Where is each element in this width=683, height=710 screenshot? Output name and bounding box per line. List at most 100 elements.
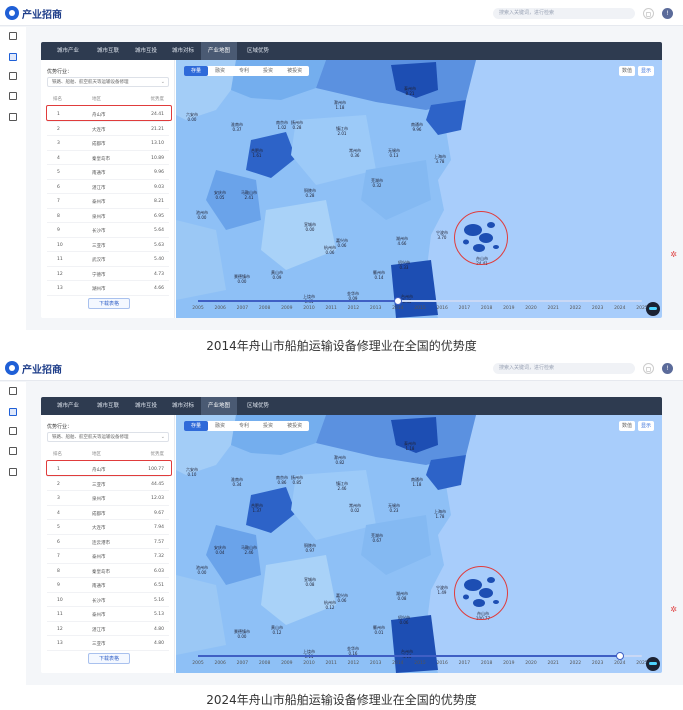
year-label[interactable]: 2006 — [210, 661, 230, 666]
year-label[interactable]: 2016 — [432, 306, 452, 311]
table-row[interactable]: 6 湛江市 9.03 — [47, 180, 169, 194]
region-label[interactable]: 湖州市 0.08 — [396, 591, 408, 601]
year-label[interactable]: 2015 — [410, 306, 430, 311]
year-label[interactable]: 2022 — [565, 661, 585, 666]
region-label[interactable]: 滁州市 0.82 — [334, 455, 346, 465]
region-label[interactable]: 上海市 1.78 — [434, 509, 446, 519]
map-tab-1[interactable]: 融资 — [208, 66, 232, 76]
year-label[interactable]: 2021 — [543, 306, 563, 311]
year-label[interactable]: 2024 — [610, 306, 630, 311]
map-nav-icon[interactable] — [9, 408, 17, 416]
year-label[interactable]: 2013 — [366, 306, 386, 311]
table-row[interactable]: 10 三亚市 5.63 — [47, 238, 169, 252]
region-label[interactable]: 合肥市 1.61 — [251, 148, 263, 158]
table-row[interactable]: 6 连云港市 7.57 — [47, 535, 169, 549]
region-label[interactable]: 安庆市 0.05 — [214, 190, 226, 200]
screen-icon[interactable]: ▢ — [643, 363, 654, 374]
map-control-0[interactable]: 数值 — [618, 421, 635, 431]
region-label[interactable]: 铜陵市 0.28 — [304, 188, 316, 198]
region-label[interactable]: 镇江市 2.46 — [336, 481, 348, 491]
region-label[interactable]: 宣城市 0.00 — [304, 222, 316, 232]
region-label[interactable]: 湖州市 4.66 — [396, 236, 408, 246]
map-tab-4[interactable]: 被投资 — [280, 421, 309, 431]
region-label[interactable]: 芜湖市 0.32 — [371, 178, 383, 188]
year-label[interactable]: 2005 — [188, 661, 208, 666]
year-label[interactable]: 2020 — [521, 306, 541, 311]
region-label[interactable]: 宁波市 1.49 — [436, 585, 448, 595]
year-label[interactable]: 2012 — [343, 306, 363, 311]
timeline-knob[interactable] — [393, 297, 402, 305]
region-label[interactable]: 宣城市 0.08 — [304, 577, 316, 587]
region-label[interactable]: 泰州市 1.18 — [404, 441, 416, 451]
tab-1[interactable]: 城市互联 — [89, 42, 127, 60]
assistant-icon[interactable] — [646, 657, 660, 671]
region-label[interactable]: 淮南市 0.37 — [231, 122, 243, 132]
region-label[interactable]: 景德镇市 0.00 — [234, 629, 250, 639]
region-label[interactable]: 绍兴市 0.06 — [398, 615, 410, 625]
grid-icon[interactable] — [9, 427, 17, 435]
tools-icon[interactable] — [9, 447, 17, 455]
year-label[interactable]: 2014 — [388, 306, 408, 311]
settings-icon[interactable] — [9, 113, 17, 121]
region-label[interactable]: 马鞍山市 2.41 — [241, 190, 257, 200]
region-label[interactable]: 马鞍山市 2.46 — [241, 545, 257, 555]
table-row[interactable]: 7 泰州市 8.21 — [47, 194, 169, 209]
year-label[interactable]: 2021 — [543, 661, 563, 666]
user-avatar[interactable]: ! — [662, 8, 673, 19]
tab-4[interactable]: 产业地图 — [201, 42, 237, 60]
year-label[interactable]: 2013 — [366, 661, 386, 666]
region-label[interactable]: 绍兴市 0.33 — [398, 260, 410, 270]
year-label[interactable]: 2009 — [277, 661, 297, 666]
search-input[interactable]: 搜索入关键词，进行检索 — [493, 363, 635, 374]
region-label[interactable]: 黄山市 0.12 — [271, 625, 283, 635]
region-label[interactable]: 淮南市 0.34 — [231, 477, 243, 487]
region-label[interactable]: 六安市 0.00 — [186, 112, 198, 122]
year-label[interactable]: 2018 — [477, 306, 497, 311]
tab-2[interactable]: 城市互投 — [127, 42, 165, 60]
year-label[interactable]: 2011 — [321, 661, 341, 666]
map-control-1[interactable]: 显示 — [637, 66, 654, 76]
table-row[interactable]: 12 宁德市 4.73 — [47, 267, 169, 281]
region-label[interactable]: 杭州市 0.12 — [324, 600, 336, 610]
region-label[interactable]: 池州市 0.00 — [196, 565, 208, 575]
industry-select[interactable]: 铁路、船舶、航空航天等运输设备修理 ⌄ — [47, 77, 169, 87]
year-label[interactable]: 2011 — [321, 306, 341, 311]
region-label[interactable]: 扬州市 0.28 — [291, 120, 303, 130]
year-label[interactable]: 2020 — [521, 661, 541, 666]
table-row[interactable]: 7 泰州市 7.32 — [47, 549, 169, 564]
download-button[interactable]: 下载表格 — [88, 653, 130, 664]
region-label[interactable]: 景德镇市 0.00 — [234, 274, 250, 284]
map-tab-3[interactable]: 投资 — [256, 421, 280, 431]
region-label[interactable]: 上海市 3.78 — [434, 154, 446, 164]
table-row[interactable]: 9 长沙市 5.64 — [47, 223, 169, 238]
tab-5[interactable]: 区域优势 — [239, 42, 277, 60]
map-view[interactable]: 存量 融资 专利 投资 被投资 数值 显示 六安市 0.00 淮南市 0.37 滁州市 1.18 扬州… — [176, 60, 662, 318]
map-tab-0[interactable]: 存量 — [184, 421, 209, 431]
region-label[interactable]: 扬州市 0.85 — [291, 475, 303, 485]
year-label[interactable]: 2007 — [232, 306, 252, 311]
year-label[interactable]: 2017 — [454, 661, 474, 666]
year-label[interactable]: 2017 — [454, 306, 474, 311]
user-avatar[interactable]: ! — [662, 363, 673, 374]
region-label[interactable]: 南通市 9.96 — [411, 122, 423, 132]
region-label[interactable]: 宁波市 3.70 — [436, 230, 448, 240]
search-input[interactable]: 搜索入关键词，进行检索 — [493, 8, 635, 19]
year-timeline[interactable]: 2005 2006 2007 2008 2009 2010 2011 2012 2013 2014… — [186, 292, 656, 314]
tab-1[interactable]: 城市互联 — [89, 397, 127, 415]
tools-icon[interactable] — [9, 92, 17, 100]
table-row[interactable]: 10 长沙市 5.16 — [47, 593, 169, 607]
region-label[interactable]: 镇江市 2.01 — [336, 126, 348, 136]
tab-0[interactable]: 城市产业 — [49, 42, 87, 60]
year-label[interactable]: 2012 — [343, 661, 363, 666]
screen-icon[interactable]: ▢ — [643, 8, 654, 19]
app-logo[interactable]: 产业招商 — [5, 4, 62, 22]
region-label[interactable]: 黄山市 0.09 — [271, 270, 283, 280]
year-label[interactable]: 2019 — [499, 661, 519, 666]
region-label[interactable]: 滁州市 1.18 — [334, 100, 346, 110]
region-label[interactable]: 常州市 0.36 — [349, 148, 361, 158]
year-label[interactable]: 2010 — [299, 661, 319, 666]
settings-icon[interactable] — [9, 468, 17, 476]
table-row[interactable]: 5 南通市 9.96 — [47, 165, 169, 180]
region-label[interactable]: 泰州市 8.21 — [404, 86, 416, 96]
region-label[interactable]: 六安市 0.10 — [186, 467, 198, 477]
